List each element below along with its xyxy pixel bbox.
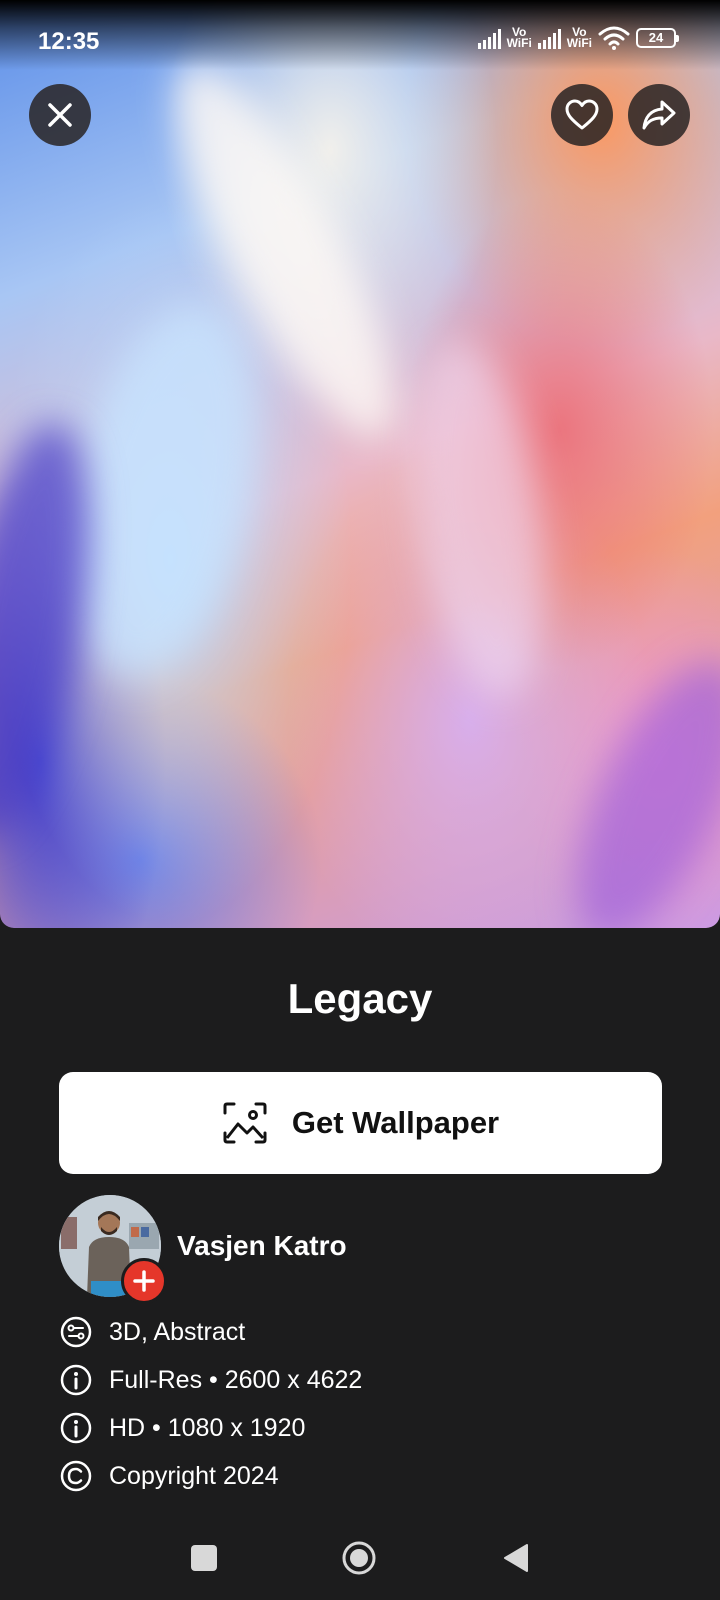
tags-icon: [59, 1315, 93, 1349]
recents-button[interactable]: [191, 1545, 217, 1571]
close-button[interactable]: [29, 84, 91, 146]
follow-button[interactable]: [121, 1258, 167, 1304]
share-icon: [642, 100, 676, 130]
back-button[interactable]: [502, 1543, 530, 1573]
tags-text: 3D, Abstract: [109, 1317, 246, 1346]
wifi-icon: [598, 26, 630, 50]
system-nav-bar: [0, 1520, 720, 1600]
tags-row[interactable]: 3D, Abstract: [59, 1315, 245, 1349]
vowifi-label: Vo WiFi: [566, 25, 592, 50]
heart-icon: [565, 99, 599, 130]
info-icon: [59, 1411, 93, 1445]
battery-icon: 24: [636, 28, 679, 48]
full-res-text: Full-Res • 2600 x 4622: [109, 1365, 363, 1394]
share-button[interactable]: [628, 84, 690, 146]
wallpaper-preview[interactable]: [0, 0, 720, 928]
wallpaper-shadow: [542, 638, 720, 928]
signal-icon: [477, 27, 501, 49]
full-res-row[interactable]: Full-Res • 2600 x 4622: [59, 1363, 362, 1397]
wallpaper-title: Legacy: [287, 975, 433, 1022]
status-time: 12:35: [38, 28, 100, 55]
plus-icon: [133, 1270, 155, 1292]
status-icons: Vo WiFi Vo WiFi 24: [477, 25, 679, 50]
copyright-row: Copyright 2024: [59, 1459, 279, 1493]
hd-row[interactable]: HD • 1080 x 1920: [59, 1411, 305, 1445]
wallpaper-highlight: [395, 333, 565, 707]
hd-text: HD • 1080 x 1920: [109, 1413, 306, 1442]
vowifi-label: Vo WiFi: [506, 25, 532, 50]
get-wallpaper-label: Get Wallpaper: [291, 1105, 500, 1140]
status-bar: 12:35 Vo WiFi Vo WiFi 24: [0, 0, 720, 84]
get-wallpaper-button[interactable]: Get Wallpaper: [59, 1072, 662, 1174]
image-frame-icon: [223, 1102, 267, 1144]
info-icon: [59, 1363, 93, 1397]
copyright-text: Copyright 2024: [109, 1461, 279, 1490]
home-icon: [342, 1541, 376, 1575]
signal-icon: [537, 27, 561, 49]
copyright-icon: [59, 1459, 93, 1493]
author-name[interactable]: Vasjen Katro: [177, 1230, 347, 1262]
back-icon: [504, 1544, 528, 1572]
close-icon: [48, 103, 72, 127]
home-button[interactable]: [342, 1541, 376, 1575]
favorite-button[interactable]: [551, 84, 613, 146]
